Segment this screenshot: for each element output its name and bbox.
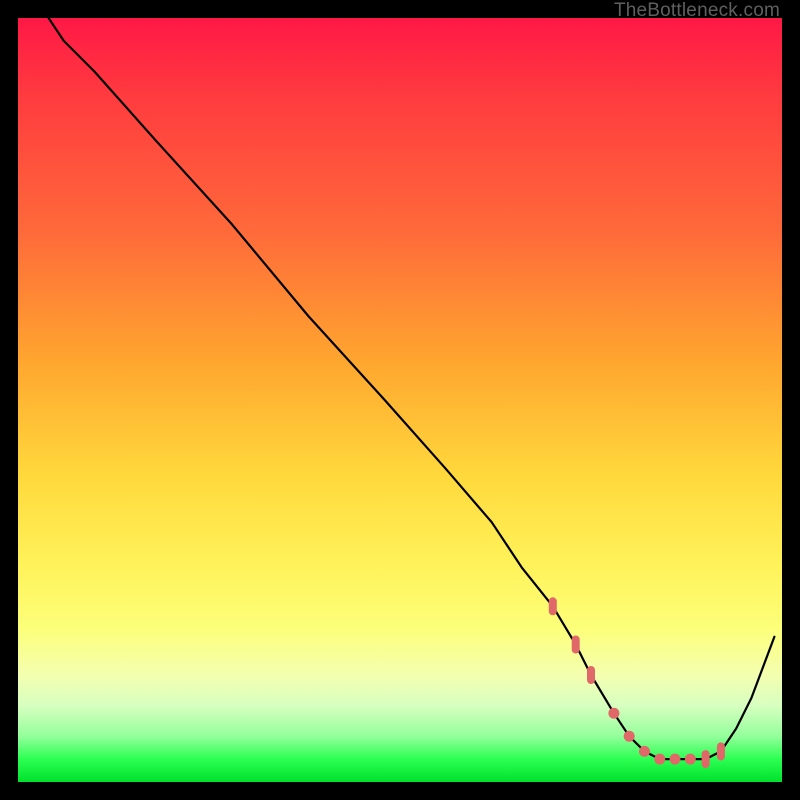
highlight-dot [685,754,696,765]
highlight-pill [572,636,580,654]
highlight-dot [624,731,635,742]
highlight-pill [549,597,557,615]
highlight-dot [670,754,681,765]
highlight-dot [654,754,665,765]
highlight-pill [587,666,595,684]
highlight-pill [717,742,725,760]
plot-area [18,18,782,782]
highlight-dot [608,708,619,719]
highlight-pill [702,750,710,768]
highlight-dot [639,746,650,757]
bottleneck-curve [49,18,775,759]
chart-frame: TheBottleneck.com [0,0,800,800]
curve-svg [18,18,782,782]
